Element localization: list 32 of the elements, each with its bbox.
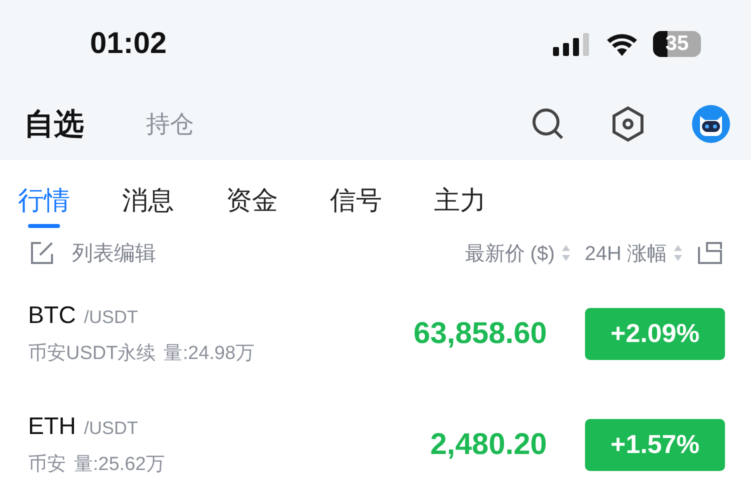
sub-tab[interactable]: 行情 (18, 183, 70, 228)
top-tab[interactable]: 持仓 (146, 108, 194, 140)
coin-symbol: BTC (28, 302, 76, 330)
sort-icon (560, 244, 571, 262)
sort-icon (673, 244, 683, 262)
change-percent-button[interactable]: +2.09% (585, 308, 725, 360)
wifi-icon (605, 31, 639, 57)
sort-column-header[interactable]: 最新价 ($) (464, 240, 571, 267)
sub-tab[interactable]: 资金 (226, 183, 278, 228)
sub-tab[interactable]: 主力 (434, 183, 486, 228)
volume-label: 量:24.98万 (164, 342, 255, 366)
avatar-icon[interactable] (691, 104, 731, 144)
status-time: 01:02 (90, 27, 167, 61)
top-tab[interactable]: 自选 (24, 104, 84, 144)
sub-tab[interactable]: 信号 (330, 183, 382, 228)
last-price: 63,858.60 (414, 316, 547, 351)
last-price: 2,480.20 (430, 428, 547, 462)
quote-currency: /USDT (84, 306, 138, 328)
change-percent-button[interactable]: +1.57% (585, 418, 725, 471)
sub-tab[interactable]: 消息 (122, 183, 174, 228)
coin-symbol: ETH (28, 412, 76, 441)
exchange-label: 币安 (28, 452, 66, 477)
edit-icon (30, 241, 54, 266)
settings-icon[interactable] (611, 106, 645, 142)
exchange-label: 币安USDT永续 (28, 342, 156, 366)
volume-label: 量:25.62万 (74, 452, 165, 477)
edit-list-button[interactable]: 列表编辑 (30, 239, 156, 268)
search-icon[interactable] (531, 107, 565, 141)
share-icon[interactable] (697, 241, 723, 266)
quote-currency: /USDT (84, 418, 138, 439)
sort-column-header[interactable]: 24H 涨幅 (584, 240, 683, 267)
signal-icon (553, 32, 591, 56)
